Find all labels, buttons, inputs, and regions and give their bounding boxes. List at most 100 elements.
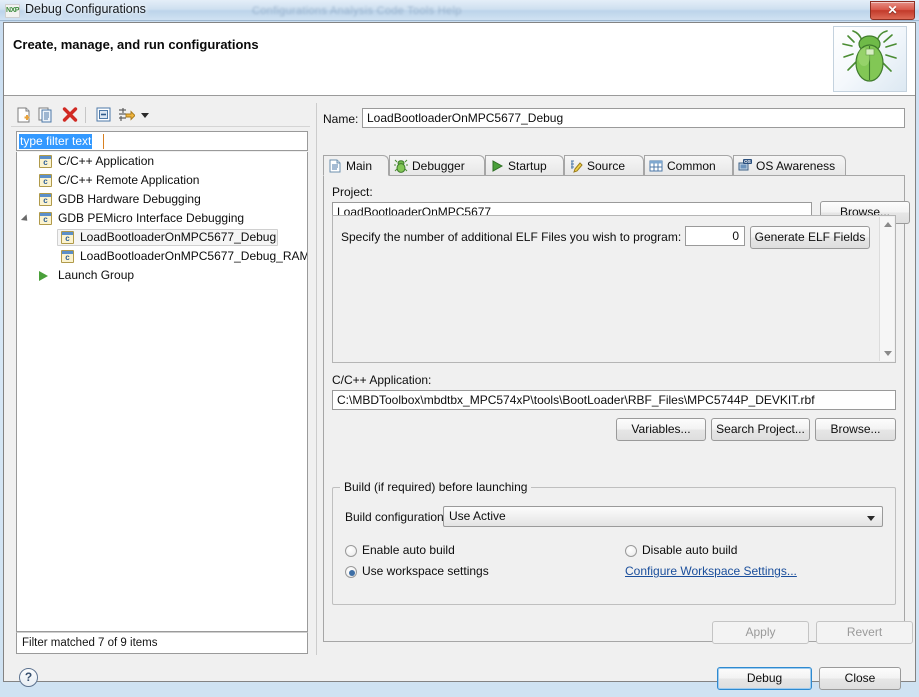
filter-input[interactable]: type filter text [16, 131, 308, 151]
tree-item-0[interactable]: c C/C++ Application [17, 152, 307, 171]
elf-prompt-label: Specify the number of additional ELF Fil… [341, 230, 682, 244]
elf-files-group: Specify the number of additional ELF Fil… [332, 215, 896, 363]
c-config-icon: c [61, 250, 74, 263]
launch-group-play-icon [39, 271, 48, 281]
apply-revert-bar: Apply Revert [316, 618, 914, 654]
tree-item-label: GDB Hardware Debugging [58, 192, 201, 206]
collapse-all-icon[interactable] [95, 106, 115, 124]
application-browse-button[interactable]: Browse... [815, 418, 896, 441]
dialog-body: Create, manage, and run configurations t… [3, 22, 916, 690]
debug-configurations-window: Configurations Analysis Code Tools Help … [0, 0, 919, 697]
tab-label: Debugger [412, 159, 465, 173]
bug-small-icon [394, 159, 409, 174]
tab-common[interactable]: Common [644, 155, 733, 176]
tree-item-2[interactable]: c GDB Hardware Debugging [17, 190, 307, 209]
scroll-up-arrow-icon[interactable] [884, 222, 892, 227]
tab-label: Common [667, 159, 716, 173]
svg-text:OS: OS [744, 159, 751, 164]
c-config-icon: c [39, 155, 52, 168]
build-before-launch-group: Build (if required) before launching Bui… [332, 480, 896, 605]
text-caret [103, 134, 104, 149]
os-awareness-icon: OS [738, 159, 753, 174]
apply-button[interactable]: Apply [712, 621, 809, 644]
tab-source[interactable]: Source [564, 155, 644, 176]
document-icon [328, 159, 343, 174]
tree-item-5[interactable]: c LoadBootloaderOnMPC5677_Debug_RAM [17, 247, 307, 266]
source-pencil-icon [569, 159, 584, 174]
close-button[interactable]: Close [819, 667, 901, 690]
view-menu-chevron-icon[interactable] [139, 106, 151, 124]
radio-indicator [345, 566, 357, 578]
delete-configuration-icon[interactable] [61, 106, 81, 124]
common-table-icon [649, 159, 664, 174]
tab-os-awareness[interactable]: OS OS Awareness [733, 155, 846, 176]
tab-startup[interactable]: Startup [485, 155, 564, 176]
tree-item-6[interactable]: Launch Group [17, 266, 307, 285]
cpp-application-path-input[interactable] [332, 390, 896, 410]
generate-elf-fields-button[interactable]: Generate ELF Fields [750, 226, 870, 249]
search-project-button[interactable]: Search Project... [711, 418, 810, 441]
tree-item-4[interactable]: c LoadBootloaderOnMPC5677_Debug [17, 228, 307, 247]
build-configuration-value: Use Active [449, 509, 506, 523]
bug-glyph [842, 30, 897, 82]
radio-indicator [345, 545, 357, 557]
elf-panel-scrollbar[interactable] [879, 217, 894, 361]
tree-item-1[interactable]: c C/C++ Remote Application [17, 171, 307, 190]
tab-main[interactable]: Main [323, 155, 389, 176]
filter-input-value: type filter text [19, 134, 93, 149]
c-config-icon: c [39, 193, 52, 206]
build-group-legend: Build (if required) before launching [340, 480, 532, 494]
configuration-name-input[interactable] [362, 108, 905, 128]
tree-item-label: C/C++ Remote Application [58, 173, 200, 187]
dialog-button-bar: ? Debug Close [5, 656, 914, 697]
enable-auto-build-label: Enable auto build [362, 543, 455, 557]
tree-item-3[interactable]: c GDB PEMicro Interface Debugging [17, 209, 307, 228]
header-divider [4, 95, 915, 96]
launch-configurations-tree[interactable]: c C/C++ Application c C/C++ Remote Applicat… [16, 152, 308, 632]
disable-auto-build-label: Disable auto build [642, 543, 738, 557]
tree-item-label: C/C++ Application [58, 154, 155, 168]
help-icon[interactable]: ? [19, 668, 38, 687]
configuration-tabs: Main Debugger Startup Source Common OS OS Awar… [323, 155, 905, 176]
window-title: Debug Configurations [25, 2, 146, 16]
use-workspace-settings-label: Use workspace settings [362, 564, 489, 578]
cpp-application-label: C/C++ Application: [332, 373, 432, 387]
background-ghost-text: Configurations Analysis Code Tools Help [252, 5, 462, 17]
tree-item-label: LoadBootloaderOnMPC5677_Debug_RAM [80, 249, 308, 263]
debug-button[interactable]: Debug [717, 667, 812, 690]
filter-configurations-icon[interactable] [117, 106, 137, 124]
scroll-down-arrow-icon[interactable] [884, 351, 892, 356]
elf-count-input[interactable] [685, 226, 745, 246]
build-configuration-label: Build configuration: [345, 510, 448, 524]
filter-status-text: Filter matched 7 of 9 items [16, 632, 308, 654]
nxp-logo-icon: NXP [5, 4, 20, 18]
radio-indicator [625, 545, 637, 557]
tab-label: Source [587, 159, 626, 173]
build-configuration-select[interactable]: Use Active [443, 506, 883, 527]
new-launch-configuration-icon[interactable] [15, 106, 35, 124]
tree-item-label: GDB PEMicro Interface Debugging [58, 211, 245, 225]
configure-workspace-settings-link[interactable]: Configure Workspace Settings... [625, 564, 797, 578]
c-config-icon: c [39, 212, 52, 225]
configuration-editor-panel: Name: MainDebuggerStartupSourceCommonOSO… [316, 103, 910, 655]
close-window-button[interactable]: ✕ [870, 1, 915, 20]
green-bug-icon [833, 26, 907, 92]
tree-expand-arrow-icon[interactable] [20, 214, 31, 224]
green-play-icon [490, 159, 505, 174]
name-label: Name: [323, 112, 359, 126]
toolbar-separator [85, 107, 86, 123]
title-bar: Configurations Analysis Code Tools Help … [0, 0, 919, 21]
dialog-header: Create, manage, and run configurations [4, 23, 915, 96]
tree-item-label: LoadBootloaderOnMPC5677_Debug [80, 230, 277, 244]
tab-label: OS Awareness [756, 159, 836, 173]
revert-button[interactable]: Revert [816, 621, 913, 644]
tab-label: Startup [508, 159, 547, 173]
tab-label: Main [346, 159, 373, 173]
variables-button[interactable]: Variables... [616, 418, 706, 441]
tree-toolbar [11, 103, 310, 127]
tab-debugger[interactable]: Debugger [389, 155, 485, 176]
tree-item-label: Launch Group [58, 268, 135, 282]
project-label: Project: [332, 185, 373, 199]
duplicate-configuration-icon[interactable] [37, 106, 57, 124]
configurations-tree-panel: type filter text c C/C++ Application c C/C+… [11, 103, 310, 655]
